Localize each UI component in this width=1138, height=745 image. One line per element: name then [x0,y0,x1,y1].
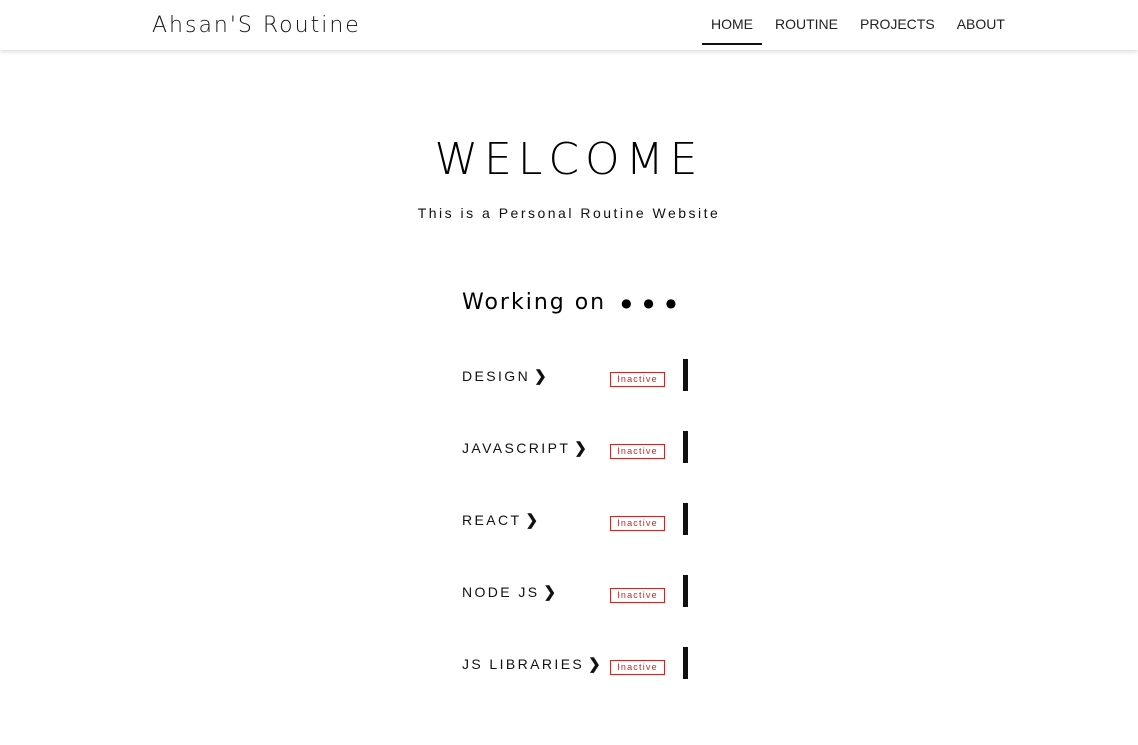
skill-row-node-js: NODE JS ❯ Inactive [462,575,702,609]
skill-label: NODE JS [462,584,540,600]
working-on-label: Working on [462,290,607,315]
status-badge: Inactive [610,588,665,603]
status-badge: Inactive [610,660,665,675]
progress-bar [683,503,688,535]
progress-bar [683,575,688,607]
nav-link-projects[interactable]: PROJECTS [849,0,946,50]
skill-link-design[interactable]: DESIGN ❯ [462,367,547,385]
welcome-subtitle: This is a Personal Routine Website [417,205,721,221]
skill-label: DESIGN [462,368,531,384]
skill-link-javascript[interactable]: JAVASCRIPT ❯ [462,439,587,457]
welcome-title: WELCOME [434,134,704,185]
chevron-right-icon: ❯ [525,512,539,529]
skill-row-javascript: JAVASCRIPT ❯ Inactive [462,431,702,465]
status-badge: Inactive [610,444,665,459]
skill-row-design: DESIGN ❯ Inactive [462,359,702,393]
working-on-heading: Working on ● ● ● [462,290,680,315]
skill-label: JAVASCRIPT [462,440,571,456]
nav-link-home[interactable]: HOME [700,0,764,50]
skill-label: JS LIBRARIES [462,656,585,672]
skill-row-js-libraries: JS LIBRARIES ❯ Inactive [462,647,702,681]
chevron-right-icon: ❯ [574,440,587,457]
navbar: Ahsan'S Routine HOME ROUTINE PROJECTS AB… [0,0,1138,50]
chevron-right-icon: ❯ [588,656,601,673]
progress-bar [683,647,688,679]
skill-label: REACT [462,512,522,528]
progress-bar [683,359,688,391]
brand-logo[interactable]: Ahsan'S Routine [152,13,361,38]
nav-link-routine[interactable]: ROUTINE [764,0,849,50]
skill-row-react: REACT ❯ Inactive [462,503,702,537]
skill-link-node-js[interactable]: NODE JS ❯ [462,583,556,601]
chevron-right-icon: ❯ [543,584,557,601]
status-badge: Inactive [610,516,665,531]
loading-dots-icon: ● ● ● [621,296,681,310]
status-badge: Inactive [610,372,665,387]
progress-bar [683,431,688,463]
chevron-right-icon: ❯ [534,368,547,385]
skill-link-js-libraries[interactable]: JS LIBRARIES ❯ [462,655,601,673]
nav-links: HOME ROUTINE PROJECTS ABOUT [700,0,1016,50]
skill-link-react[interactable]: REACT ❯ [462,511,538,529]
nav-link-about[interactable]: ABOUT [946,0,1016,50]
